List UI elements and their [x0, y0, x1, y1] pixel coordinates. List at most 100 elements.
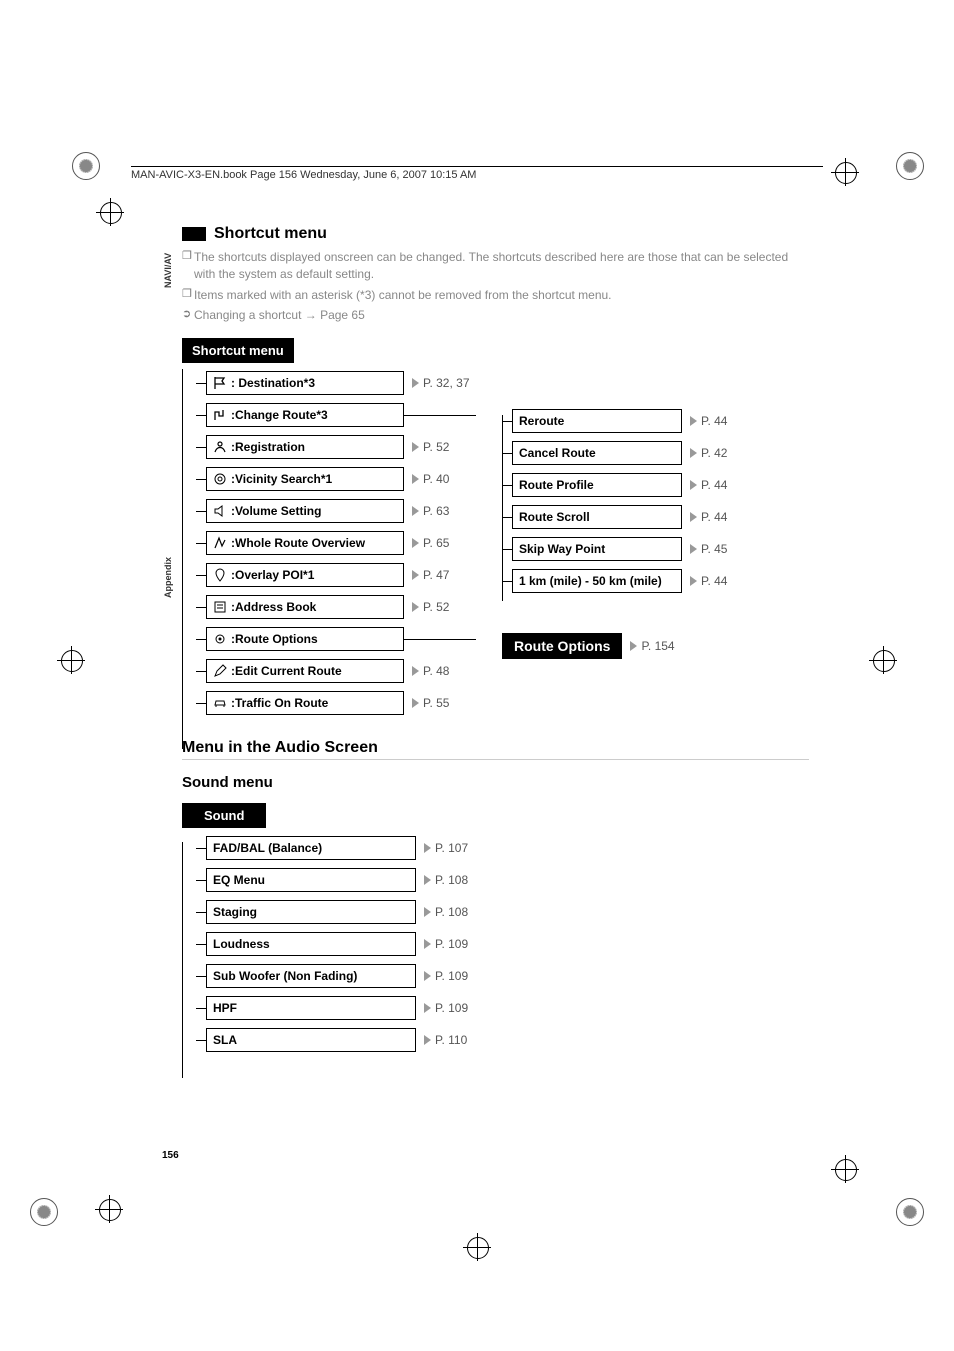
- page-reference: P. 32, 37: [412, 376, 470, 390]
- shortcut-item-whole-route-overview: :Whole Route Overview P. 65: [196, 531, 492, 555]
- pencil-icon: [213, 664, 227, 678]
- page-header-line: MAN-AVIC-X3-EN.book Page 156 Wednesday, …: [131, 166, 823, 181]
- sound-item-fad-bal: FAD/BAL (Balance) P. 107: [196, 836, 809, 860]
- crop-mark: [869, 646, 897, 674]
- shortcut-item-vicinity-search: :Vicinity Search*1 P. 40: [196, 467, 492, 491]
- page-reference: P. 109: [424, 937, 468, 951]
- change-route-child-route-scroll: Route Scroll P. 44: [512, 505, 727, 529]
- crop-mark: [95, 1195, 123, 1223]
- square-bullet-icon: ❐: [182, 249, 194, 264]
- item-label: Staging: [213, 905, 257, 919]
- shortcut-item-address-book: :Address Book P. 52: [196, 595, 492, 619]
- sound-menu-heading: Sound menu: [182, 774, 809, 791]
- shortcut-item-volume-setting: :Volume Setting P. 63: [196, 499, 492, 523]
- speaker-icon: [213, 504, 227, 518]
- note-text: Items marked with an asterisk (*3) canno…: [194, 287, 612, 304]
- item-label: :Whole Route Overview: [231, 536, 365, 550]
- shortcut-item-registration: :Registration P. 52: [196, 435, 492, 459]
- page-reference: P. 44: [690, 414, 727, 428]
- crop-mark: [463, 1233, 491, 1261]
- page-reference: P. 55: [412, 696, 449, 710]
- notes-list: ❐ The shortcuts displayed onscreen can b…: [182, 249, 809, 324]
- item-label: :Route Options: [231, 632, 318, 646]
- item-label: Loudness: [213, 937, 270, 951]
- item-label: Cancel Route: [519, 446, 596, 460]
- page-reference: P. 63: [412, 504, 449, 518]
- change-route-child-skip-way-point: Skip Way Point P. 45: [512, 537, 727, 561]
- crop-mark: [831, 1155, 859, 1183]
- shortcut-item-route-options: :Route Options: [196, 627, 492, 651]
- note-text: Changing a shortcut → Page 65: [194, 307, 365, 324]
- note-item: ❐ The shortcuts displayed onscreen can b…: [182, 249, 809, 283]
- note-item: ❐ Items marked with an asterisk (*3) can…: [182, 287, 809, 304]
- page-reference: P. 65: [412, 536, 449, 550]
- item-label: SLA: [213, 1033, 237, 1047]
- print-registration-mark: [896, 152, 924, 180]
- sound-item-sla: SLA P. 110: [196, 1028, 809, 1052]
- page-reference: P. 44: [690, 510, 727, 524]
- item-label: :Registration: [231, 440, 305, 454]
- page-number: 156: [162, 1150, 179, 1161]
- change-route-icon: [213, 408, 227, 422]
- route-options-box: Route Options: [502, 633, 622, 659]
- side-label-naviav: NAVI/AV: [163, 253, 173, 288]
- print-registration-mark: [72, 152, 100, 180]
- sound-item-staging: Staging P. 108: [196, 900, 809, 924]
- print-registration-mark: [896, 1198, 924, 1226]
- pin-icon: [213, 568, 227, 582]
- section-title: Shortcut menu: [214, 225, 327, 243]
- page-reference: P. 48: [412, 664, 449, 678]
- page-reference: P. 52: [412, 440, 449, 454]
- square-bullet-icon: ❐: [182, 287, 194, 302]
- item-label: EQ Menu: [213, 873, 265, 887]
- shortcut-item-change-route: :Change Route*3: [196, 403, 492, 427]
- item-label: :Overlay POI*1: [231, 568, 314, 582]
- side-label-appendix: Appendix: [163, 557, 173, 598]
- page-reference: P. 40: [412, 472, 449, 486]
- note-text: The shortcuts displayed onscreen can be …: [194, 249, 809, 283]
- change-route-child-distance-range: 1 km (mile) - 50 km (mile) P. 44: [512, 569, 727, 593]
- item-label: :Vicinity Search*1: [231, 472, 332, 486]
- page-reference: P. 109: [424, 969, 468, 983]
- radar-icon: [213, 472, 227, 486]
- car-icon: [213, 696, 227, 710]
- flag-icon: [213, 376, 227, 390]
- page-reference: P. 47: [412, 568, 449, 582]
- shortcut-item-overlay-poi: :Overlay POI*1 P. 47: [196, 563, 492, 587]
- page-reference: P. 52: [412, 600, 449, 614]
- crop-mark: [96, 198, 124, 226]
- page-reference: P. 44: [690, 574, 727, 588]
- route-options-reference: Route Options P. 154: [502, 633, 727, 659]
- item-label: Route Scroll: [519, 510, 590, 524]
- item-label: :Volume Setting: [231, 504, 321, 518]
- item-label: Sub Woofer (Non Fading): [213, 969, 357, 983]
- arrow-bullet-icon: ➲: [182, 307, 194, 322]
- section-title-bar: Shortcut menu: [182, 225, 809, 243]
- page-reference: P. 107: [424, 841, 468, 855]
- audio-section-heading: Menu in the Audio Screen: [182, 739, 809, 760]
- note-item: ➲ Changing a shortcut → Page 65: [182, 307, 809, 324]
- page-reference: P. 154: [630, 639, 674, 653]
- shortcut-item-traffic-on-route: :Traffic On Route P. 55: [196, 691, 492, 715]
- change-route-child-route-profile: Route Profile P. 44: [512, 473, 727, 497]
- item-label: Skip Way Point: [519, 542, 605, 556]
- page-reference: P. 108: [424, 905, 468, 919]
- page-reference: P. 45: [690, 542, 727, 556]
- item-label: :Change Route*3: [231, 408, 328, 422]
- change-route-child-reroute: Reroute P. 44: [512, 409, 727, 433]
- register-icon: [213, 440, 227, 454]
- item-label: :Traffic On Route: [231, 696, 328, 710]
- crop-mark: [831, 158, 859, 186]
- item-label: FAD/BAL (Balance): [213, 841, 322, 855]
- item-label: 1 km (mile) - 50 km (mile): [519, 574, 662, 588]
- sound-item-sub-woofer: Sub Woofer (Non Fading) P. 109: [196, 964, 809, 988]
- shortcut-item-destination: : Destination*3 P. 32, 37: [196, 371, 492, 395]
- triangle-icon: [412, 378, 419, 388]
- print-registration-mark: [30, 1198, 58, 1226]
- title-black-marker: [182, 227, 206, 241]
- sound-item-eq-menu: EQ Menu P. 108: [196, 868, 809, 892]
- page-reference: P. 110: [424, 1033, 467, 1047]
- gear-icon: [213, 632, 227, 646]
- change-route-child-cancel-route: Cancel Route P. 42: [512, 441, 727, 465]
- page-reference: P. 42: [690, 446, 727, 460]
